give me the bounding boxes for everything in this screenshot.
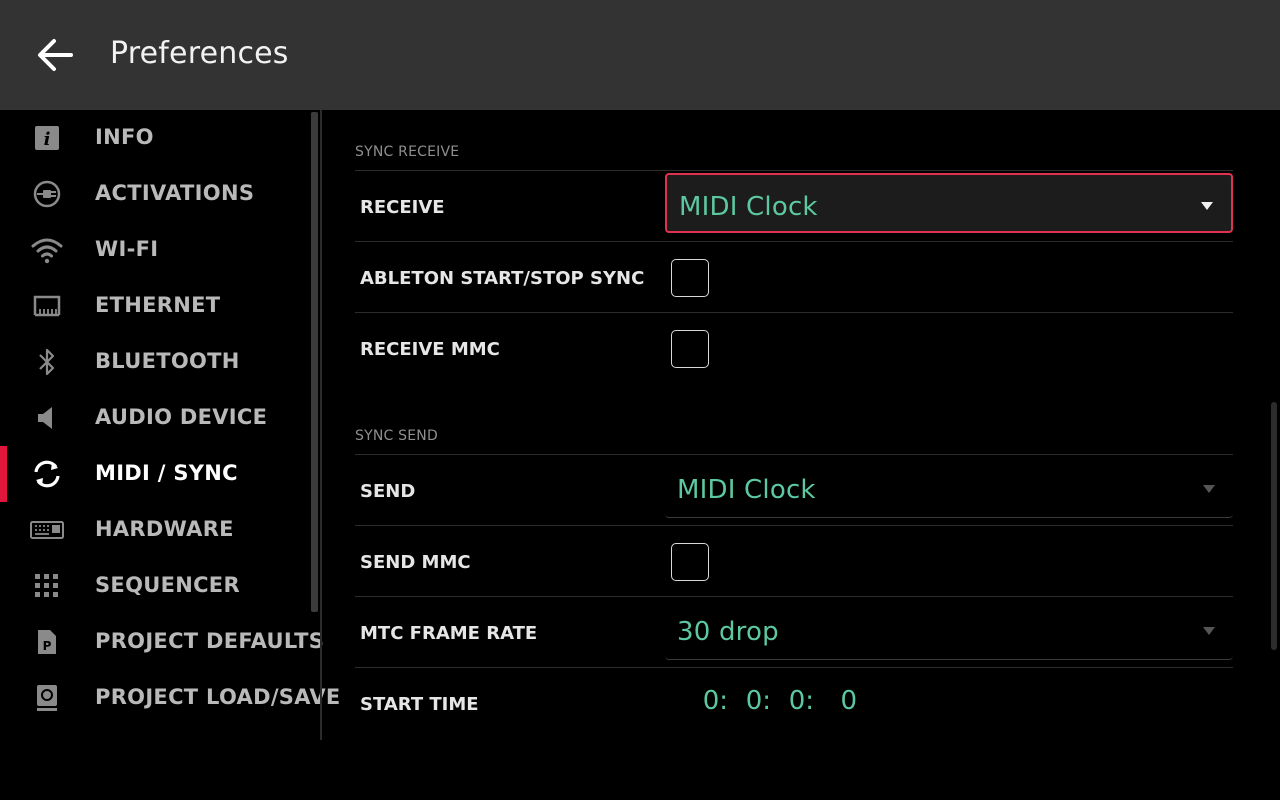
- section-label-sync-send: SYNC SEND: [355, 428, 438, 444]
- grid-icon: [30, 570, 64, 602]
- sidebar-item-label: PROJECT LOAD/SAVE: [95, 685, 341, 709]
- ableton-sync-row: ABLETON START/STOP SYNC: [355, 241, 1233, 312]
- sidebar-item-info[interactable]: i INFO: [0, 110, 310, 166]
- receive-mmc-checkbox[interactable]: [671, 330, 709, 368]
- mtc-frame-rate-dropdown[interactable]: 30 drop: [665, 600, 1233, 660]
- chevron-down-icon: [1203, 485, 1215, 493]
- drive-icon: [30, 682, 64, 714]
- sidebar-item-label: BLUETOOTH: [95, 349, 240, 373]
- sidebar-item-ethernet[interactable]: ETHERNET: [0, 278, 310, 334]
- bluetooth-icon: [30, 346, 64, 378]
- start-time-label: START TIME: [360, 694, 479, 715]
- sidebar: i INFO ACTIVATIONS WI-FI ETHERNET BLUETO…: [0, 110, 340, 740]
- sidebar-scrollbar[interactable]: [311, 112, 318, 612]
- sidebar-item-label: AUDIO DEVICE: [95, 405, 268, 429]
- arrow-left-icon: [38, 39, 73, 71]
- send-row: SEND MIDI Clock: [355, 454, 1233, 525]
- plug-icon: [30, 178, 64, 210]
- wifi-icon: [30, 234, 64, 266]
- start-time-hours[interactable]: 0:: [685, 686, 728, 716]
- sidebar-item-midi-sync[interactable]: MIDI / SYNC: [0, 446, 310, 502]
- ethernet-icon: [30, 290, 64, 322]
- start-time-seconds[interactable]: 0:: [771, 686, 814, 716]
- settings-panel: SYNC RECEIVE RECEIVE MIDI Clock ABLETON …: [355, 110, 1233, 750]
- sidebar-item-activations[interactable]: ACTIVATIONS: [0, 166, 310, 222]
- start-time-minutes[interactable]: 0:: [728, 686, 771, 716]
- mtc-frame-rate-label: MTC FRAME RATE: [360, 623, 538, 644]
- receive-dropdown[interactable]: MIDI Clock: [665, 173, 1233, 233]
- sidebar-item-label: SEQUENCER: [95, 573, 240, 597]
- svg-text:i: i: [44, 129, 51, 150]
- page-title: Preferences: [110, 36, 289, 71]
- mtc-frame-rate-value: 30 drop: [677, 617, 779, 647]
- back-button[interactable]: [30, 30, 80, 80]
- sidebar-item-bluetooth[interactable]: BLUETOOTH: [0, 334, 310, 390]
- sidebar-item-label: PROJECT DEFAULTS: [95, 629, 325, 653]
- sidebar-item-label: WI-FI: [95, 237, 159, 261]
- content-scrollbar[interactable]: [1271, 402, 1277, 650]
- receive-row: RECEIVE MIDI Clock: [355, 170, 1233, 241]
- send-dropdown[interactable]: MIDI Clock: [665, 458, 1233, 518]
- keyboard-icon: [30, 514, 64, 546]
- sidebar-item-sequencer[interactable]: SEQUENCER: [0, 558, 310, 614]
- sync-icon: [30, 458, 64, 490]
- send-label: SEND: [360, 481, 416, 502]
- send-value: MIDI Clock: [677, 475, 816, 505]
- receive-label: RECEIVE: [360, 197, 445, 218]
- speaker-icon: [30, 402, 64, 434]
- sidebar-item-wifi[interactable]: WI-FI: [0, 222, 310, 278]
- receive-mmc-row: RECEIVE MMC: [355, 312, 1233, 383]
- start-time-frames[interactable]: 0: [814, 686, 857, 716]
- info-icon: i: [30, 122, 64, 154]
- receive-value: MIDI Clock: [679, 192, 818, 222]
- sidebar-item-label: INFO: [95, 125, 154, 149]
- sidebar-item-hardware[interactable]: HARDWARE: [0, 502, 310, 558]
- sidebar-item-project-load-save[interactable]: PROJECT LOAD/SAVE: [0, 670, 340, 726]
- ableton-sync-checkbox[interactable]: [671, 259, 709, 297]
- start-time-row: START TIME 0: 0: 0: 0: [355, 667, 1233, 738]
- send-mmc-label: SEND MMC: [360, 552, 471, 573]
- header-bar: Preferences: [0, 0, 1280, 110]
- start-time-timecode: 0: 0: 0: 0: [685, 686, 857, 716]
- sidebar-divider: [320, 110, 322, 740]
- sidebar-item-label: HARDWARE: [95, 517, 234, 541]
- receive-mmc-label: RECEIVE MMC: [360, 339, 500, 360]
- sidebar-item-audio-device[interactable]: AUDIO DEVICE: [0, 390, 310, 446]
- chevron-down-icon: [1201, 202, 1213, 210]
- send-mmc-checkbox[interactable]: [671, 543, 709, 581]
- project-file-icon: P: [30, 626, 64, 658]
- sidebar-item-project-defaults[interactable]: P PROJECT DEFAULTS: [0, 614, 324, 670]
- mtc-frame-rate-row: MTC FRAME RATE 30 drop: [355, 596, 1233, 667]
- ableton-sync-label: ABLETON START/STOP SYNC: [360, 268, 645, 289]
- sidebar-item-label: ACTIVATIONS: [95, 181, 255, 205]
- sidebar-item-label: MIDI / SYNC: [95, 461, 238, 485]
- chevron-down-icon: [1203, 627, 1215, 635]
- section-label-sync-receive: SYNC RECEIVE: [355, 144, 460, 160]
- send-mmc-row: SEND MMC: [355, 525, 1233, 596]
- svg-text:P: P: [43, 639, 52, 653]
- sidebar-item-label: ETHERNET: [95, 293, 221, 317]
